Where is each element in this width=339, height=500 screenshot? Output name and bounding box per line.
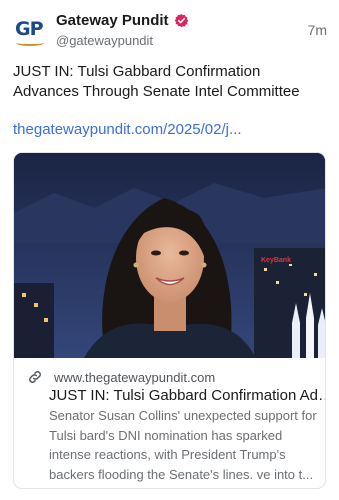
post-header: Gateway Pundit @gatewaypundit 7m (56, 10, 327, 50)
user-handle[interactable]: @gatewaypundit (56, 33, 327, 48)
card-domain-row: www.thegatewaypundit.com (24, 368, 317, 386)
logo-swoosh (16, 40, 44, 46)
verified-badge-icon (174, 13, 189, 28)
avatar[interactable]: GP (13, 14, 47, 48)
name-row: Gateway Pundit (56, 10, 327, 30)
keybank-sign: KeyBank (261, 257, 291, 264)
gateway-pundit-logo-icon: GP (13, 14, 47, 48)
link-icon (27, 369, 43, 385)
post[interactable]: GP Gateway Pundit @gatewaypundit 7m JUST… (0, 0, 339, 500)
post-link[interactable]: thegatewaypundit.com/2025/02/j... (13, 121, 327, 138)
card-body[interactable]: www.thegatewaypundit.com JUST IN: Tulsi … (14, 358, 325, 488)
avatar-letters: GP (15, 18, 44, 40)
card-title[interactable]: JUST IN: Tulsi Gabbard Confirmation Adva… (49, 387, 325, 404)
display-name[interactable]: Gateway Pundit (56, 12, 169, 29)
link-preview-card[interactable]: KeyBank www.thegatewaypundit.com JUST IN… (13, 152, 326, 489)
card-domain: www.thegatewaypundit.com (54, 369, 216, 385)
card-description: Senator Susan Collins' unexpected suppor… (49, 408, 317, 482)
timestamp[interactable]: 7m (308, 22, 327, 38)
post-text: JUST IN: Tulsi Gabbard Confirmation Adva… (13, 63, 300, 100)
card-image[interactable]: KeyBank (14, 153, 325, 358)
